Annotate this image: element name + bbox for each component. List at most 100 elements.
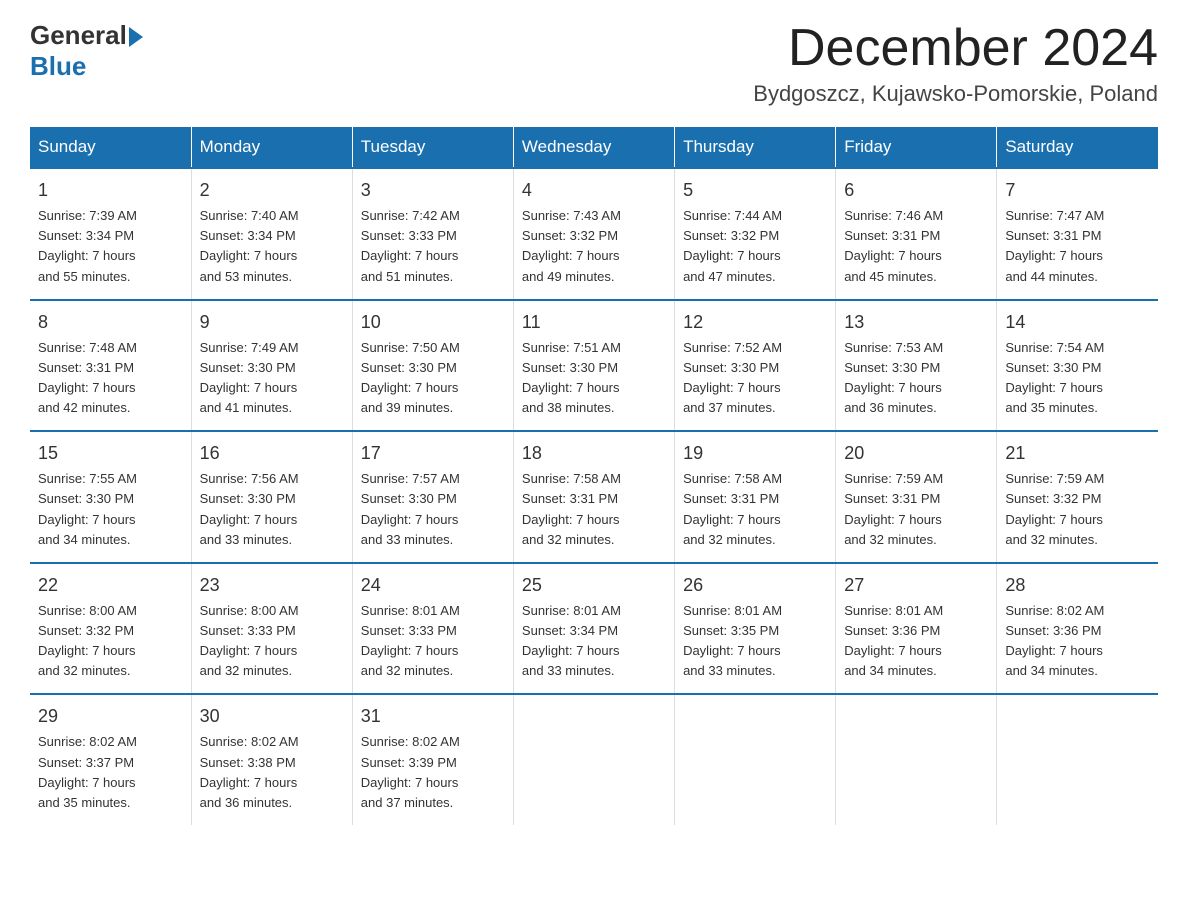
calendar-week-row: 15Sunrise: 7:55 AMSunset: 3:30 PMDayligh… [30, 431, 1158, 563]
day-info: Sunrise: 7:56 AMSunset: 3:30 PMDaylight:… [200, 469, 344, 550]
day-info: Sunrise: 7:59 AMSunset: 3:32 PMDaylight:… [1005, 469, 1150, 550]
column-header-monday: Monday [191, 127, 352, 168]
calendar-cell: 9Sunrise: 7:49 AMSunset: 3:30 PMDaylight… [191, 300, 352, 432]
day-number: 12 [683, 309, 827, 336]
page-header: General Blue December 2024 Bydgoszcz, Ku… [30, 20, 1158, 107]
day-number: 31 [361, 703, 505, 730]
day-number: 8 [38, 309, 183, 336]
day-number: 7 [1005, 177, 1150, 204]
day-info: Sunrise: 7:58 AMSunset: 3:31 PMDaylight:… [522, 469, 666, 550]
day-info: Sunrise: 7:39 AMSunset: 3:34 PMDaylight:… [38, 206, 183, 287]
day-number: 17 [361, 440, 505, 467]
day-number: 24 [361, 572, 505, 599]
day-number: 20 [844, 440, 988, 467]
calendar-cell: 12Sunrise: 7:52 AMSunset: 3:30 PMDayligh… [675, 300, 836, 432]
calendar-cell [997, 694, 1158, 825]
title-section: December 2024 Bydgoszcz, Kujawsko-Pomors… [753, 20, 1158, 107]
day-info: Sunrise: 7:53 AMSunset: 3:30 PMDaylight:… [844, 338, 988, 419]
logo-blue-text: Blue [30, 51, 86, 82]
day-number: 21 [1005, 440, 1150, 467]
day-number: 28 [1005, 572, 1150, 599]
day-number: 10 [361, 309, 505, 336]
column-header-saturday: Saturday [997, 127, 1158, 168]
calendar-cell: 2Sunrise: 7:40 AMSunset: 3:34 PMDaylight… [191, 168, 352, 300]
calendar-cell: 11Sunrise: 7:51 AMSunset: 3:30 PMDayligh… [513, 300, 674, 432]
logo: General Blue [30, 20, 143, 82]
day-info: Sunrise: 7:54 AMSunset: 3:30 PMDaylight:… [1005, 338, 1150, 419]
day-number: 13 [844, 309, 988, 336]
calendar-cell [836, 694, 997, 825]
day-info: Sunrise: 7:48 AMSunset: 3:31 PMDaylight:… [38, 338, 183, 419]
day-info: Sunrise: 8:00 AMSunset: 3:32 PMDaylight:… [38, 601, 183, 682]
calendar-cell: 20Sunrise: 7:59 AMSunset: 3:31 PMDayligh… [836, 431, 997, 563]
day-info: Sunrise: 7:47 AMSunset: 3:31 PMDaylight:… [1005, 206, 1150, 287]
day-number: 9 [200, 309, 344, 336]
calendar-cell: 23Sunrise: 8:00 AMSunset: 3:33 PMDayligh… [191, 563, 352, 695]
calendar-cell: 8Sunrise: 7:48 AMSunset: 3:31 PMDaylight… [30, 300, 191, 432]
day-info: Sunrise: 7:49 AMSunset: 3:30 PMDaylight:… [200, 338, 344, 419]
calendar-header-row: SundayMondayTuesdayWednesdayThursdayFrid… [30, 127, 1158, 168]
calendar-cell: 27Sunrise: 8:01 AMSunset: 3:36 PMDayligh… [836, 563, 997, 695]
calendar-cell: 25Sunrise: 8:01 AMSunset: 3:34 PMDayligh… [513, 563, 674, 695]
day-number: 1 [38, 177, 183, 204]
day-number: 26 [683, 572, 827, 599]
calendar-cell: 1Sunrise: 7:39 AMSunset: 3:34 PMDaylight… [30, 168, 191, 300]
day-info: Sunrise: 8:01 AMSunset: 3:36 PMDaylight:… [844, 601, 988, 682]
calendar-cell: 15Sunrise: 7:55 AMSunset: 3:30 PMDayligh… [30, 431, 191, 563]
calendar-week-row: 22Sunrise: 8:00 AMSunset: 3:32 PMDayligh… [30, 563, 1158, 695]
calendar-week-row: 29Sunrise: 8:02 AMSunset: 3:37 PMDayligh… [30, 694, 1158, 825]
calendar-cell [675, 694, 836, 825]
calendar-cell: 24Sunrise: 8:01 AMSunset: 3:33 PMDayligh… [352, 563, 513, 695]
calendar-table: SundayMondayTuesdayWednesdayThursdayFrid… [30, 127, 1158, 825]
day-info: Sunrise: 7:58 AMSunset: 3:31 PMDaylight:… [683, 469, 827, 550]
day-number: 14 [1005, 309, 1150, 336]
day-info: Sunrise: 7:46 AMSunset: 3:31 PMDaylight:… [844, 206, 988, 287]
day-info: Sunrise: 8:02 AMSunset: 3:39 PMDaylight:… [361, 732, 505, 813]
calendar-cell: 18Sunrise: 7:58 AMSunset: 3:31 PMDayligh… [513, 431, 674, 563]
day-info: Sunrise: 7:50 AMSunset: 3:30 PMDaylight:… [361, 338, 505, 419]
logo-general-text: General [30, 20, 127, 51]
calendar-cell: 17Sunrise: 7:57 AMSunset: 3:30 PMDayligh… [352, 431, 513, 563]
calendar-cell: 6Sunrise: 7:46 AMSunset: 3:31 PMDaylight… [836, 168, 997, 300]
day-info: Sunrise: 8:01 AMSunset: 3:34 PMDaylight:… [522, 601, 666, 682]
day-info: Sunrise: 7:51 AMSunset: 3:30 PMDaylight:… [522, 338, 666, 419]
calendar-cell: 10Sunrise: 7:50 AMSunset: 3:30 PMDayligh… [352, 300, 513, 432]
column-header-friday: Friday [836, 127, 997, 168]
day-number: 6 [844, 177, 988, 204]
day-info: Sunrise: 7:43 AMSunset: 3:32 PMDaylight:… [522, 206, 666, 287]
calendar-week-row: 8Sunrise: 7:48 AMSunset: 3:31 PMDaylight… [30, 300, 1158, 432]
location-title: Bydgoszcz, Kujawsko-Pomorskie, Poland [753, 81, 1158, 107]
calendar-cell: 30Sunrise: 8:02 AMSunset: 3:38 PMDayligh… [191, 694, 352, 825]
column-header-sunday: Sunday [30, 127, 191, 168]
day-number: 23 [200, 572, 344, 599]
calendar-cell: 16Sunrise: 7:56 AMSunset: 3:30 PMDayligh… [191, 431, 352, 563]
day-info: Sunrise: 8:02 AMSunset: 3:37 PMDaylight:… [38, 732, 183, 813]
day-number: 3 [361, 177, 505, 204]
day-info: Sunrise: 8:01 AMSunset: 3:33 PMDaylight:… [361, 601, 505, 682]
calendar-cell: 4Sunrise: 7:43 AMSunset: 3:32 PMDaylight… [513, 168, 674, 300]
calendar-cell: 26Sunrise: 8:01 AMSunset: 3:35 PMDayligh… [675, 563, 836, 695]
day-number: 2 [200, 177, 344, 204]
day-info: Sunrise: 7:59 AMSunset: 3:31 PMDaylight:… [844, 469, 988, 550]
calendar-cell: 14Sunrise: 7:54 AMSunset: 3:30 PMDayligh… [997, 300, 1158, 432]
column-header-tuesday: Tuesday [352, 127, 513, 168]
day-info: Sunrise: 7:55 AMSunset: 3:30 PMDaylight:… [38, 469, 183, 550]
day-number: 15 [38, 440, 183, 467]
day-info: Sunrise: 8:02 AMSunset: 3:38 PMDaylight:… [200, 732, 344, 813]
logo-arrow-icon [129, 27, 143, 47]
calendar-cell: 29Sunrise: 8:02 AMSunset: 3:37 PMDayligh… [30, 694, 191, 825]
day-number: 27 [844, 572, 988, 599]
day-number: 16 [200, 440, 344, 467]
day-info: Sunrise: 7:42 AMSunset: 3:33 PMDaylight:… [361, 206, 505, 287]
day-number: 29 [38, 703, 183, 730]
calendar-cell: 3Sunrise: 7:42 AMSunset: 3:33 PMDaylight… [352, 168, 513, 300]
day-number: 18 [522, 440, 666, 467]
column-header-wednesday: Wednesday [513, 127, 674, 168]
day-info: Sunrise: 8:02 AMSunset: 3:36 PMDaylight:… [1005, 601, 1150, 682]
calendar-cell: 13Sunrise: 7:53 AMSunset: 3:30 PMDayligh… [836, 300, 997, 432]
day-info: Sunrise: 7:52 AMSunset: 3:30 PMDaylight:… [683, 338, 827, 419]
day-number: 5 [683, 177, 827, 204]
calendar-cell: 5Sunrise: 7:44 AMSunset: 3:32 PMDaylight… [675, 168, 836, 300]
day-number: 30 [200, 703, 344, 730]
day-number: 11 [522, 309, 666, 336]
